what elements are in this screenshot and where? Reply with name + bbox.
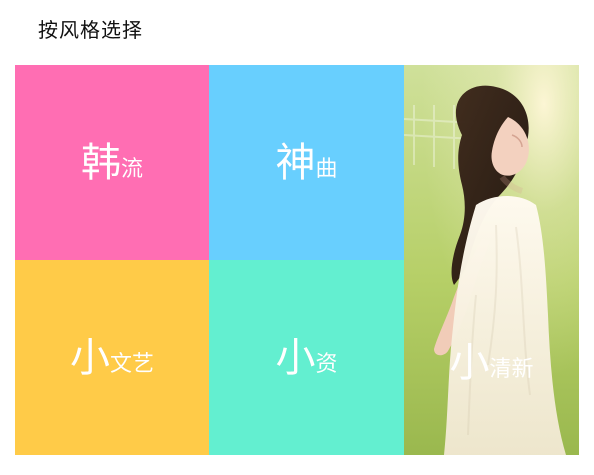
style-tile-petty-bourgeois[interactable]: 小 资 — [209, 260, 404, 455]
tile-label-big: 韩 — [80, 139, 121, 186]
tile-label-big: 小 — [449, 340, 490, 386]
tile-label-big: 小 — [69, 334, 110, 381]
tile-label-big: 神 — [275, 139, 316, 186]
style-select-page: 按风格选择 韩 流 神 曲 小 文艺 小 资 小 清新 — [0, 0, 594, 475]
section-title: 按风格选择 — [38, 18, 143, 42]
tile-label: 小 清新 — [404, 343, 579, 383]
style-tile-fresh[interactable]: 小 清新 — [404, 65, 579, 455]
tile-label-small: 流 — [120, 156, 143, 182]
style-grid: 韩 流 神 曲 小 文艺 小 资 小 清新 — [15, 65, 579, 455]
tile-label-small: 清新 — [489, 357, 534, 382]
tile-label-small: 文艺 — [109, 351, 154, 377]
girl-photo — [404, 65, 579, 455]
tile-label: 神 曲 — [275, 143, 337, 183]
tile-label: 韩 流 — [81, 143, 143, 183]
tile-label-small: 资 — [315, 351, 338, 377]
tile-label: 小 资 — [275, 338, 337, 378]
tile-label: 小 文艺 — [70, 338, 154, 378]
tile-label-small: 曲 — [315, 156, 338, 182]
tile-label-big: 小 — [275, 334, 316, 381]
style-tile-indie[interactable]: 小 文艺 — [15, 260, 209, 455]
style-tile-hit-songs[interactable]: 神 曲 — [209, 65, 404, 260]
style-tile-korean[interactable]: 韩 流 — [15, 65, 209, 260]
